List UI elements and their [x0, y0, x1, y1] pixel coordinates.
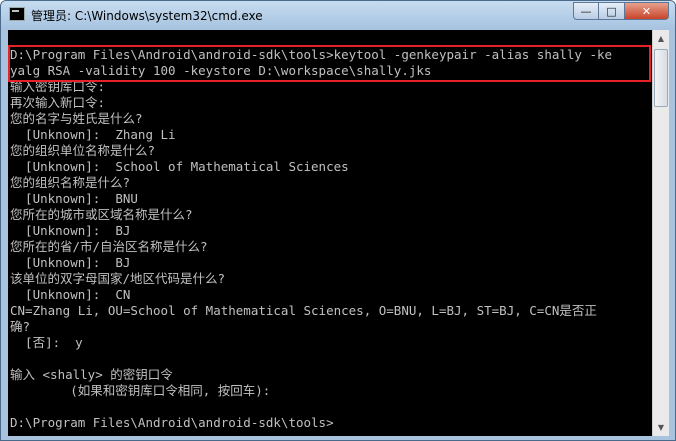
maximize-button[interactable]: □ — [599, 2, 625, 20]
console-line: 您所在的省/市/自治区名称是什么? — [10, 239, 208, 254]
console-line: 该单位的双字母国家/地区代码是什么? — [10, 271, 226, 286]
console-line: [Unknown]: School of Mathematical Scienc… — [10, 159, 349, 174]
arrow-down-icon: ▼ — [657, 423, 665, 432]
console-icon[interactable] — [9, 7, 25, 21]
cmd-window: 管理员: C:\Windows\system32\cmd.exe — □ ✕ D… — [0, 0, 676, 441]
console-line: 您所在的城市或区域名称是什么? — [10, 207, 193, 222]
console-line: [Unknown]: CN — [10, 287, 131, 302]
console-line: 您的名字与姓氏是什么? — [10, 111, 143, 126]
scroll-down-button[interactable]: ▼ — [653, 419, 669, 436]
close-button[interactable]: ✕ — [625, 2, 669, 20]
console-line: (如果和密钥库口令相同, 按回车): — [10, 383, 271, 398]
console-line: 您的组织单位名称是什么? — [10, 143, 156, 158]
console-line: 再次输入新口令: — [10, 95, 106, 110]
console-line: [Unknown]: BJ — [10, 223, 131, 238]
window-title: 管理员: C:\Windows\system32\cmd.exe — [31, 9, 263, 23]
console-line: CN=Zhang Li, OU=School of Mathematical S… — [10, 303, 597, 318]
console-line: D:\Program Files\Android\android-sdk\too… — [10, 415, 334, 430]
maximize-icon: □ — [606, 4, 617, 18]
caption-buttons: — □ ✕ — [573, 2, 669, 20]
console-line: [Unknown]: Zhang Li — [10, 127, 176, 142]
scroll-up-button[interactable]: ▲ — [653, 30, 669, 47]
vertical-scrollbar[interactable]: ▲ ▼ — [652, 30, 669, 436]
console-line: 确? — [10, 319, 31, 334]
command-highlight-box — [8, 45, 651, 82]
console-line: [Unknown]: BNU — [10, 191, 138, 206]
console-line: 输入 <shally> 的密钥口令 — [10, 367, 173, 382]
console-line: 您的组织名称是什么? — [10, 175, 131, 190]
close-icon: ✕ — [641, 4, 652, 18]
console-lines: D:\Program Files\Android\android-sdk\too… — [10, 47, 650, 431]
minimize-button[interactable]: — — [573, 2, 599, 20]
arrow-up-icon: ▲ — [657, 34, 665, 43]
console-line: [否]: y — [10, 335, 83, 350]
console-output[interactable]: D:\Program Files\Android\android-sdk\too… — [8, 30, 652, 436]
console-line: [Unknown]: BJ — [10, 255, 131, 270]
minimize-icon: — — [580, 4, 592, 18]
scrollbar-thumb[interactable] — [654, 49, 668, 107]
title-bar[interactable]: 管理员: C:\Windows\system32\cmd.exe — □ ✕ — [1, 1, 675, 29]
